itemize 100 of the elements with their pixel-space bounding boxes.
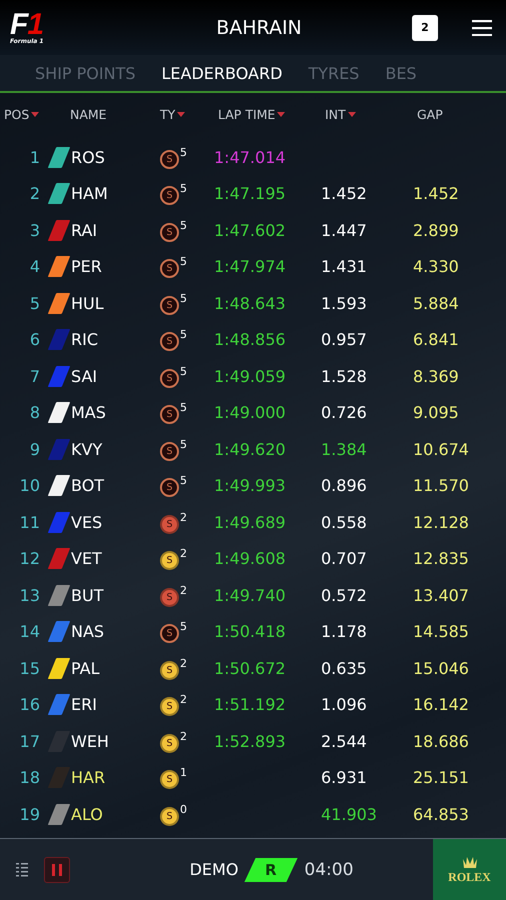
tyre-laps: 5	[180, 255, 187, 268]
session-clock: 04:00	[304, 860, 354, 880]
driver-name: HUL	[70, 294, 105, 313]
position: 4	[28, 257, 41, 276]
interval: 1.452	[321, 184, 367, 204]
tyre-laps: 2	[180, 656, 187, 670]
calendar-button[interactable]: 2	[412, 14, 438, 40]
tyre-laps: 1	[180, 766, 187, 780]
column-header[interactable]: INT	[325, 106, 346, 122]
tyre-laps: 5	[180, 292, 187, 305]
session-mode: DEMO	[190, 860, 238, 879]
tyre-badge: S	[160, 259, 179, 278]
tyre-laps: 5	[180, 438, 187, 451]
column-header[interactable]: POS	[4, 106, 30, 122]
lap-time: 1:50.418	[214, 622, 286, 642]
interval: 6.931	[321, 768, 367, 788]
race-title: BAHRAIN	[215, 16, 303, 38]
tyre-badge: S	[160, 514, 179, 534]
position: 10	[18, 476, 41, 496]
driver-name: WEH	[70, 732, 110, 751]
driver-name: PAL	[70, 658, 100, 678]
column-header[interactable]: TY	[160, 106, 176, 122]
sponsor-banner[interactable]: ROLEX	[433, 839, 506, 900]
position: 2	[28, 184, 41, 204]
driver-name: KVY	[70, 440, 104, 459]
pause-button[interactable]	[44, 856, 70, 882]
tyre-badge: S	[160, 332, 179, 352]
gap: 12.835	[413, 549, 469, 568]
driver-name: VES	[70, 512, 104, 532]
tyre-badge: S	[160, 734, 179, 753]
tyre-laps: 2	[180, 547, 187, 560]
tyre-badge: S	[160, 296, 179, 315]
position: 11	[18, 512, 41, 532]
gap: 14.585	[413, 622, 469, 642]
driver-name: BUT	[70, 586, 104, 605]
tyre-badge: S	[160, 405, 179, 424]
tyre-badge: S	[160, 222, 179, 242]
position: 17	[18, 732, 41, 751]
gap: 25.151	[413, 768, 469, 788]
position: 13	[18, 586, 41, 605]
position: 18	[18, 768, 41, 788]
session-flag: R	[244, 858, 298, 882]
interval: 2.544	[321, 732, 367, 751]
driver-name: BOT	[70, 476, 106, 496]
position: 16	[18, 695, 41, 714]
lap-time: 1:50.672	[214, 658, 286, 678]
sponsor-name: ROLEX	[448, 870, 491, 884]
lap-time: 1:47.974	[214, 257, 286, 276]
column-header[interactable]: GAP	[417, 106, 443, 122]
position: 19	[18, 804, 41, 824]
driver-name: MAS	[70, 403, 107, 422]
tyre-laps: 5	[180, 146, 187, 159]
tyre-badge: S	[160, 806, 179, 826]
tyre-badge: S	[160, 697, 179, 716]
lap-time: 1:52.893	[214, 732, 286, 751]
tyre-laps: 2	[180, 693, 187, 706]
lap-time: 1:47.195	[214, 184, 286, 204]
sort-caret-icon	[31, 112, 40, 116]
lap-time: 1:49.059	[214, 366, 286, 386]
gap: 2.899	[413, 220, 459, 240]
lap-time: 1:49.689	[214, 512, 286, 532]
gap: 12.128	[413, 512, 469, 532]
sort-caret-icon	[177, 112, 186, 116]
tyre-laps: 5	[180, 401, 187, 414]
logo: F1	[10, 10, 44, 38]
interval: 41.903	[321, 804, 377, 824]
interval: 0.707	[321, 549, 367, 568]
tyre-laps: 5	[180, 218, 187, 232]
sort-caret-icon	[348, 112, 356, 116]
tyre-laps: 0	[180, 802, 187, 816]
column-header[interactable]: LAP TIME	[218, 106, 276, 122]
interval: 1.593	[321, 294, 367, 313]
tyre-laps: 2	[180, 510, 187, 524]
driver-name: PER	[70, 257, 103, 276]
tab[interactable]: LEADERBOARD	[162, 64, 282, 82]
tyre-laps: 5	[180, 474, 187, 488]
position: 3	[28, 220, 41, 240]
position: 8	[28, 403, 41, 422]
gap: 6.841	[413, 330, 459, 350]
gap: 1.452	[413, 184, 459, 204]
position: 5	[28, 294, 41, 313]
position: 15	[18, 658, 41, 678]
driver-name: SAI	[70, 366, 98, 386]
tyre-laps: 5	[180, 182, 187, 196]
lap-time: 1:49.993	[214, 476, 286, 496]
list-icon[interactable]	[16, 862, 28, 878]
position: 14	[18, 622, 41, 642]
tyre-badge: S	[160, 660, 179, 680]
menu-icon[interactable]	[472, 20, 492, 36]
driver-name: RAI	[70, 220, 98, 240]
tyre-badge: S	[160, 368, 179, 388]
tyre-badge: S	[160, 478, 179, 498]
gap: 4.330	[413, 257, 459, 276]
interval: 0.726	[321, 403, 367, 422]
position: 6	[28, 330, 41, 350]
driver-name: NAS	[70, 622, 106, 642]
interval: 1.528	[321, 366, 367, 386]
column-header[interactable]: NAME	[70, 106, 107, 122]
position: 1	[28, 148, 41, 167]
interval: 1.447	[321, 220, 367, 240]
